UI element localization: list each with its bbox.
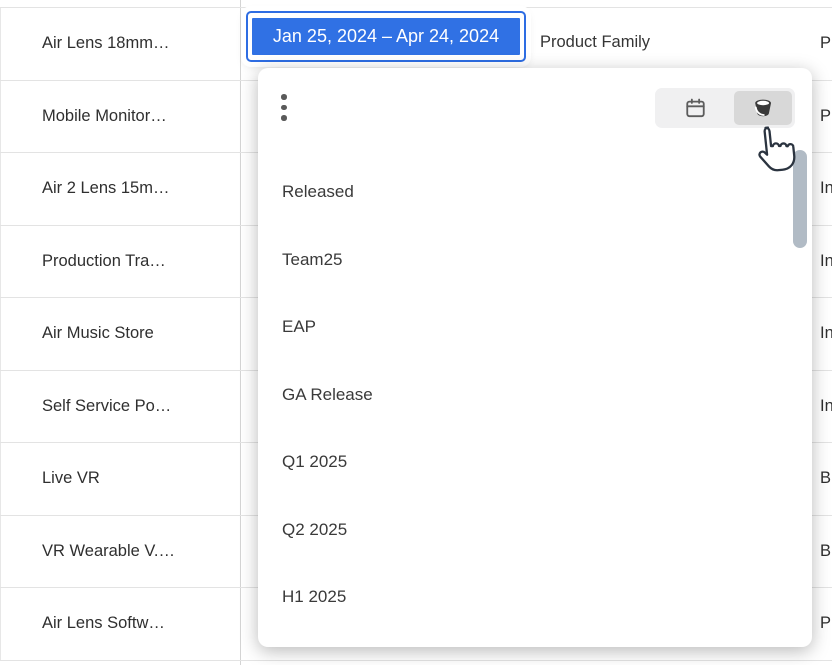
timeframe-view-button[interactable] (734, 91, 792, 125)
timeframe-option[interactable]: Released (258, 158, 812, 226)
timeframe-option-label: Team25 (282, 250, 342, 269)
kebab-dot (281, 94, 287, 100)
clipped-cell-text: B (820, 516, 832, 587)
timeframe-option-label: Released (282, 182, 354, 201)
clipped-cell-text: P (820, 8, 832, 79)
timeframe-option[interactable]: Q1 2025 (258, 428, 812, 496)
bucket-icon (751, 96, 775, 120)
calendar-view-button[interactable] (655, 88, 735, 128)
timeframe-option[interactable]: Q2 2025 (258, 496, 812, 564)
timeframe-option-label: H1 2025 (282, 587, 346, 606)
feature-name-cell[interactable]: Air 2 Lens 15m… (42, 153, 169, 224)
calendar-icon (684, 97, 707, 120)
clipped-cell-text: In (820, 226, 832, 297)
kebab-menu-icon[interactable] (281, 94, 287, 121)
date-picker-dropdown: Released Team25 EAP GA Release Q1 2025 Q… (258, 68, 812, 647)
clipped-cell-text: P (820, 81, 832, 152)
timeframe-option-label: Q2 2025 (282, 520, 347, 539)
timeframe-option[interactable]: H1 2025 (258, 563, 812, 631)
timeframe-option[interactable]: Team25 (258, 226, 812, 294)
feature-name-cell[interactable]: Production Tra… (42, 226, 166, 297)
feature-name-cell[interactable]: VR Wearable V.… (42, 516, 175, 587)
kebab-dot (281, 105, 287, 111)
feature-name-cell[interactable]: Air Lens 18mm… (42, 8, 169, 79)
clipped-cell-text: P (820, 588, 832, 659)
timeframe-option[interactable]: GA Release (258, 361, 812, 429)
clipped-cell-text: In (820, 153, 832, 224)
timeframe-options-list: Released Team25 EAP GA Release Q1 2025 Q… (258, 158, 812, 631)
date-range-selected-text: Jan 25, 2024 – Apr 24, 2024 (252, 18, 520, 55)
clipped-cell-text: In (820, 298, 832, 369)
timeframe-option[interactable]: EAP (258, 293, 812, 361)
timeframe-option-label: Q1 2025 (282, 452, 347, 471)
view-toggle-group (655, 88, 795, 128)
feature-name-cell[interactable]: Live VR (42, 443, 100, 514)
clipped-cell-text: B (820, 443, 832, 514)
scrollbar-thumb[interactable] (793, 150, 807, 248)
feature-name-cell[interactable]: Air Music Store (42, 298, 154, 369)
clipped-cell-text: In (820, 371, 832, 442)
date-range-editor[interactable]: Jan 25, 2024 – Apr 24, 2024 (246, 11, 526, 62)
timeframe-option-label: EAP (282, 317, 316, 336)
timeframe-option-label: GA Release (282, 385, 373, 404)
kebab-dot (281, 115, 287, 121)
feature-name-cell[interactable]: Self Service Po… (42, 371, 171, 442)
feature-name-cell[interactable]: Air Lens Softw… (42, 588, 165, 659)
feature-name-cell[interactable]: Mobile Monitor… (42, 81, 167, 152)
